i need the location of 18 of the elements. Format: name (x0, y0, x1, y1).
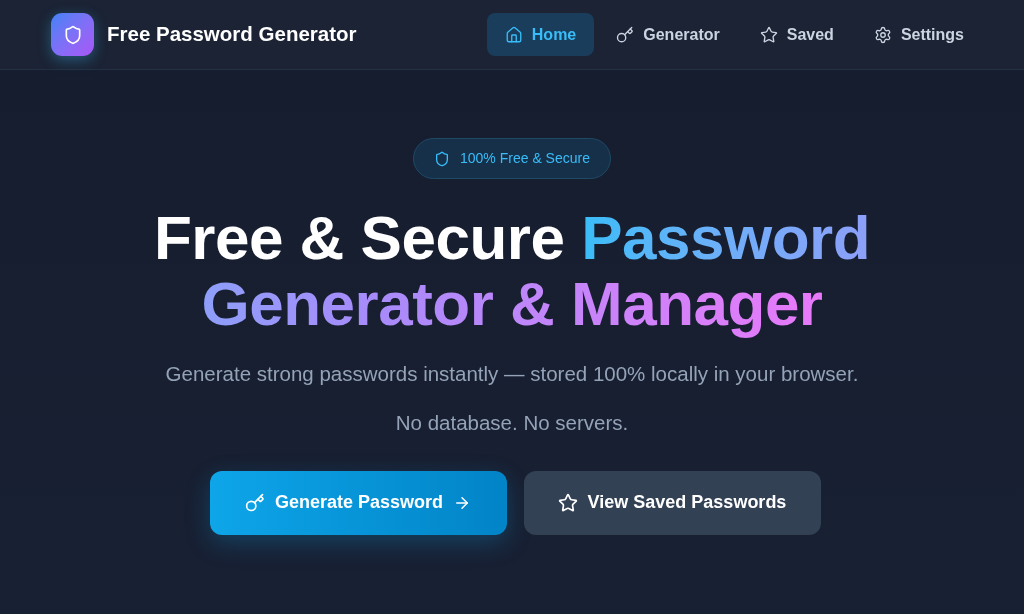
brand-name: Free Password Generator (107, 21, 357, 48)
generate-button[interactable]: Generate Password (209, 470, 507, 535)
star-icon (557, 492, 578, 513)
nav-tab[interactable]: Home (486, 13, 595, 56)
hero-subtitle: Generate strong passwords instantly — stored 100% locally in your browser. (165, 361, 859, 387)
key-icon (616, 25, 635, 44)
badge: 100% Free & Secure (413, 138, 611, 179)
home-icon (504, 25, 523, 44)
nav-tab[interactable]: Generator (598, 13, 738, 56)
settings-icon (873, 25, 892, 44)
hero-note: No database. No servers. (395, 409, 629, 436)
view-saved-button[interactable]: View Saved Passwords (523, 470, 821, 535)
shield-logo-icon (51, 13, 94, 56)
shield-icon (434, 150, 450, 167)
nav-tab[interactable]: Saved (741, 13, 852, 56)
nav-tab[interactable]: Settings (855, 13, 982, 56)
key-icon (244, 492, 265, 513)
star-icon (759, 25, 778, 44)
